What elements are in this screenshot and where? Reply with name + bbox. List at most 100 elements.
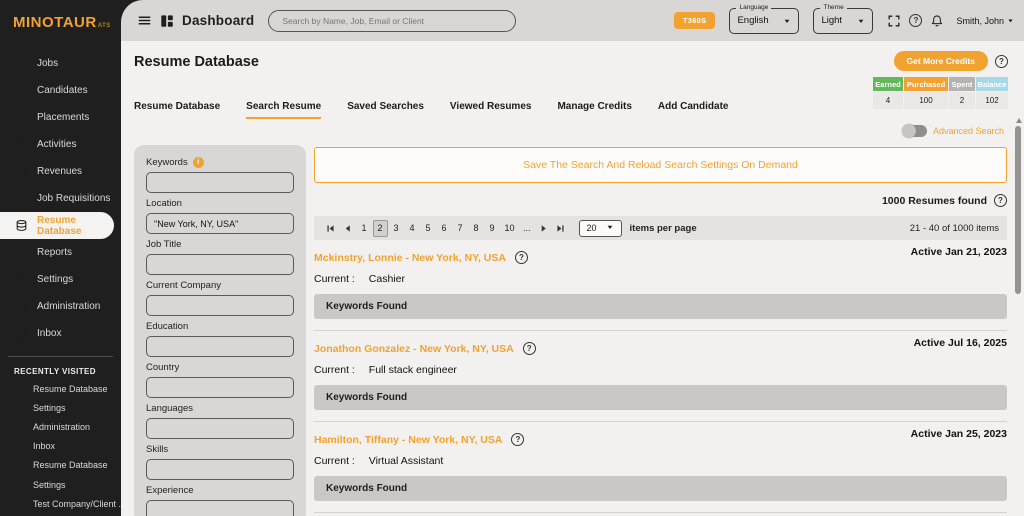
sidebar-item-label: Administration xyxy=(37,301,100,312)
candidate-name-link[interactable]: Jonathon Gonzalez - New York, NY, USA xyxy=(314,343,514,355)
envelope-icon xyxy=(15,327,28,340)
sidebar-item-activities[interactable]: Activities xyxy=(0,131,121,158)
credits-value-purchased: 100 xyxy=(904,92,948,109)
candidate-name-link[interactable]: Hamilton, Tiffany - New York, NY, USA xyxy=(314,434,502,446)
page-number[interactable]: 3 xyxy=(389,220,404,237)
save-search-banner[interactable]: Save The Search And Reload Search Settin… xyxy=(314,147,1007,183)
location-input[interactable] xyxy=(146,213,294,234)
fullscreen-icon[interactable] xyxy=(887,14,901,28)
credits-help-icon[interactable]: ? xyxy=(995,55,1008,68)
next-page-button[interactable] xyxy=(535,224,552,233)
tab-manage-credits[interactable]: Manage Credits xyxy=(557,101,631,119)
sidebar-item-label: Revenues xyxy=(37,166,82,177)
sidebar-item-label: Inbox xyxy=(37,328,61,339)
sidebar-item-reports[interactable]: Reports xyxy=(0,239,121,266)
last-page-button[interactable] xyxy=(552,224,569,233)
filter-label-location: Location xyxy=(146,198,182,209)
sidebar-item-job-requisitions[interactable]: Job Requisitions xyxy=(0,185,121,212)
vertical-scrollbar[interactable] xyxy=(1015,118,1022,514)
scrollbar-thumb[interactable] xyxy=(1015,126,1021,294)
candidate-help-icon[interactable]: ? xyxy=(523,342,536,355)
resumes-found-help-icon[interactable]: ? xyxy=(994,194,1007,207)
keywords-found-bar[interactable]: Keywords Found xyxy=(314,476,1007,501)
pagination-range: 21 - 40 of 1000 items xyxy=(910,223,999,234)
tab-search-resume[interactable]: Search Resume xyxy=(246,101,321,119)
page-number[interactable]: 4 xyxy=(405,220,420,237)
notifications-bell-icon[interactable] xyxy=(930,14,944,28)
languages-input[interactable] xyxy=(146,418,294,439)
credits-header-balance: Balance xyxy=(976,77,1008,91)
candidate-active-date: Active Jan 25, 2023 xyxy=(911,428,1007,440)
sidebar: MINOTAURATS Jobs Candidates Placements A… xyxy=(0,0,121,516)
theme-select[interactable]: Theme Light xyxy=(813,8,873,34)
recent-item[interactable]: Inbox xyxy=(0,437,121,456)
brand-logo[interactable]: MINOTAURATS xyxy=(0,0,121,41)
filter-label-country: Country xyxy=(146,362,179,373)
filter-label-education: Education xyxy=(146,321,188,332)
candidate-help-icon[interactable]: ? xyxy=(515,251,528,264)
sidebar-item-jobs[interactable]: Jobs xyxy=(0,50,121,77)
scroll-up-arrow-icon[interactable] xyxy=(1016,118,1022,123)
page-number[interactable]: 1 xyxy=(357,220,372,237)
credits-header-purchased: Purchased xyxy=(904,77,948,91)
sidebar-item-label: Activities xyxy=(37,139,76,150)
topbar-page-name: Dashboard xyxy=(182,13,254,28)
tab-viewed-resumes[interactable]: Viewed Resumes xyxy=(450,101,532,119)
keywords-found-bar[interactable]: Keywords Found xyxy=(314,385,1007,410)
keywords-found-bar[interactable]: Keywords Found xyxy=(314,294,1007,319)
page-number[interactable]: 6 xyxy=(437,220,452,237)
pagination-bar: 1 2 3 4 5 6 7 8 9 10 ... 20 xyxy=(314,216,1007,240)
info-icon[interactable]: i xyxy=(193,157,204,168)
candidate-help-icon[interactable]: ? xyxy=(511,433,524,446)
recent-item[interactable]: Test Company/Client ... xyxy=(0,494,121,513)
tenant-badge[interactable]: T360S xyxy=(674,12,716,29)
tab-saved-searches[interactable]: Saved Searches xyxy=(347,101,424,119)
advanced-search-toggle[interactable] xyxy=(903,125,927,137)
help-icon[interactable]: ? xyxy=(909,14,922,27)
chevron-down-icon xyxy=(783,12,791,30)
get-more-credits-button[interactable]: Get More Credits xyxy=(894,51,989,71)
page-number[interactable]: 5 xyxy=(421,220,436,237)
page-number[interactable]: 9 xyxy=(485,220,500,237)
recent-item[interactable]: Administration xyxy=(0,417,121,436)
sidebar-item-candidates[interactable]: Candidates xyxy=(0,77,121,104)
page-number[interactable]: 7 xyxy=(453,220,468,237)
credits-table: Earned Purchased Spent Balance 4 100 2 1… xyxy=(873,77,1008,109)
page-number-active[interactable]: 2 xyxy=(373,220,388,237)
keywords-input[interactable] xyxy=(146,172,294,193)
page-title: Resume Database xyxy=(134,54,259,70)
sidebar-item-inbox[interactable]: Inbox xyxy=(0,320,121,347)
sidebar-item-placements[interactable]: Placements xyxy=(0,104,121,131)
skills-input[interactable] xyxy=(146,459,294,480)
hamburger-menu-icon[interactable] xyxy=(137,13,152,28)
first-page-button[interactable] xyxy=(322,224,339,233)
page-size-select[interactable]: 20 xyxy=(579,220,622,237)
database-icon xyxy=(15,219,28,232)
tab-resume-database[interactable]: Resume Database xyxy=(134,101,220,119)
recent-item[interactable]: Settings xyxy=(0,398,121,417)
sidebar-item-resume-database[interactable]: Resume Database xyxy=(0,212,114,239)
recent-item[interactable]: Resume Database xyxy=(0,456,121,475)
user-menu[interactable]: Smith, John xyxy=(956,16,1014,26)
job-title-input[interactable] xyxy=(146,254,294,275)
tab-add-candidate[interactable]: Add Candidate xyxy=(658,101,729,119)
tab-bar: Resume Database Search Resume Saved Sear… xyxy=(134,101,728,119)
dashboard-grid-icon[interactable] xyxy=(160,14,174,28)
country-input[interactable] xyxy=(146,377,294,398)
experience-input[interactable] xyxy=(146,500,294,516)
sidebar-item-administration[interactable]: Administration xyxy=(0,293,121,320)
recent-item[interactable]: Settings xyxy=(0,475,121,494)
candidate-name-link[interactable]: Mckinstry, Lonnie - New York, NY, USA xyxy=(314,252,506,264)
page-number[interactable]: 8 xyxy=(469,220,484,237)
sidebar-item-settings[interactable]: Settings xyxy=(0,266,121,293)
sidebar-item-revenues[interactable]: Revenues xyxy=(0,158,121,185)
language-select[interactable]: Language English xyxy=(729,8,799,34)
previous-page-button[interactable] xyxy=(339,224,356,233)
global-search-input[interactable] xyxy=(268,10,516,32)
page-number[interactable]: 10 xyxy=(501,220,519,237)
current-company-input[interactable] xyxy=(146,295,294,316)
education-input[interactable] xyxy=(146,336,294,357)
recent-item[interactable]: Resume Database xyxy=(0,379,121,398)
filter-label-experience: Experience xyxy=(146,485,194,496)
search-filters-panel: Keywordsi Location Job Title Current Com… xyxy=(134,145,306,516)
